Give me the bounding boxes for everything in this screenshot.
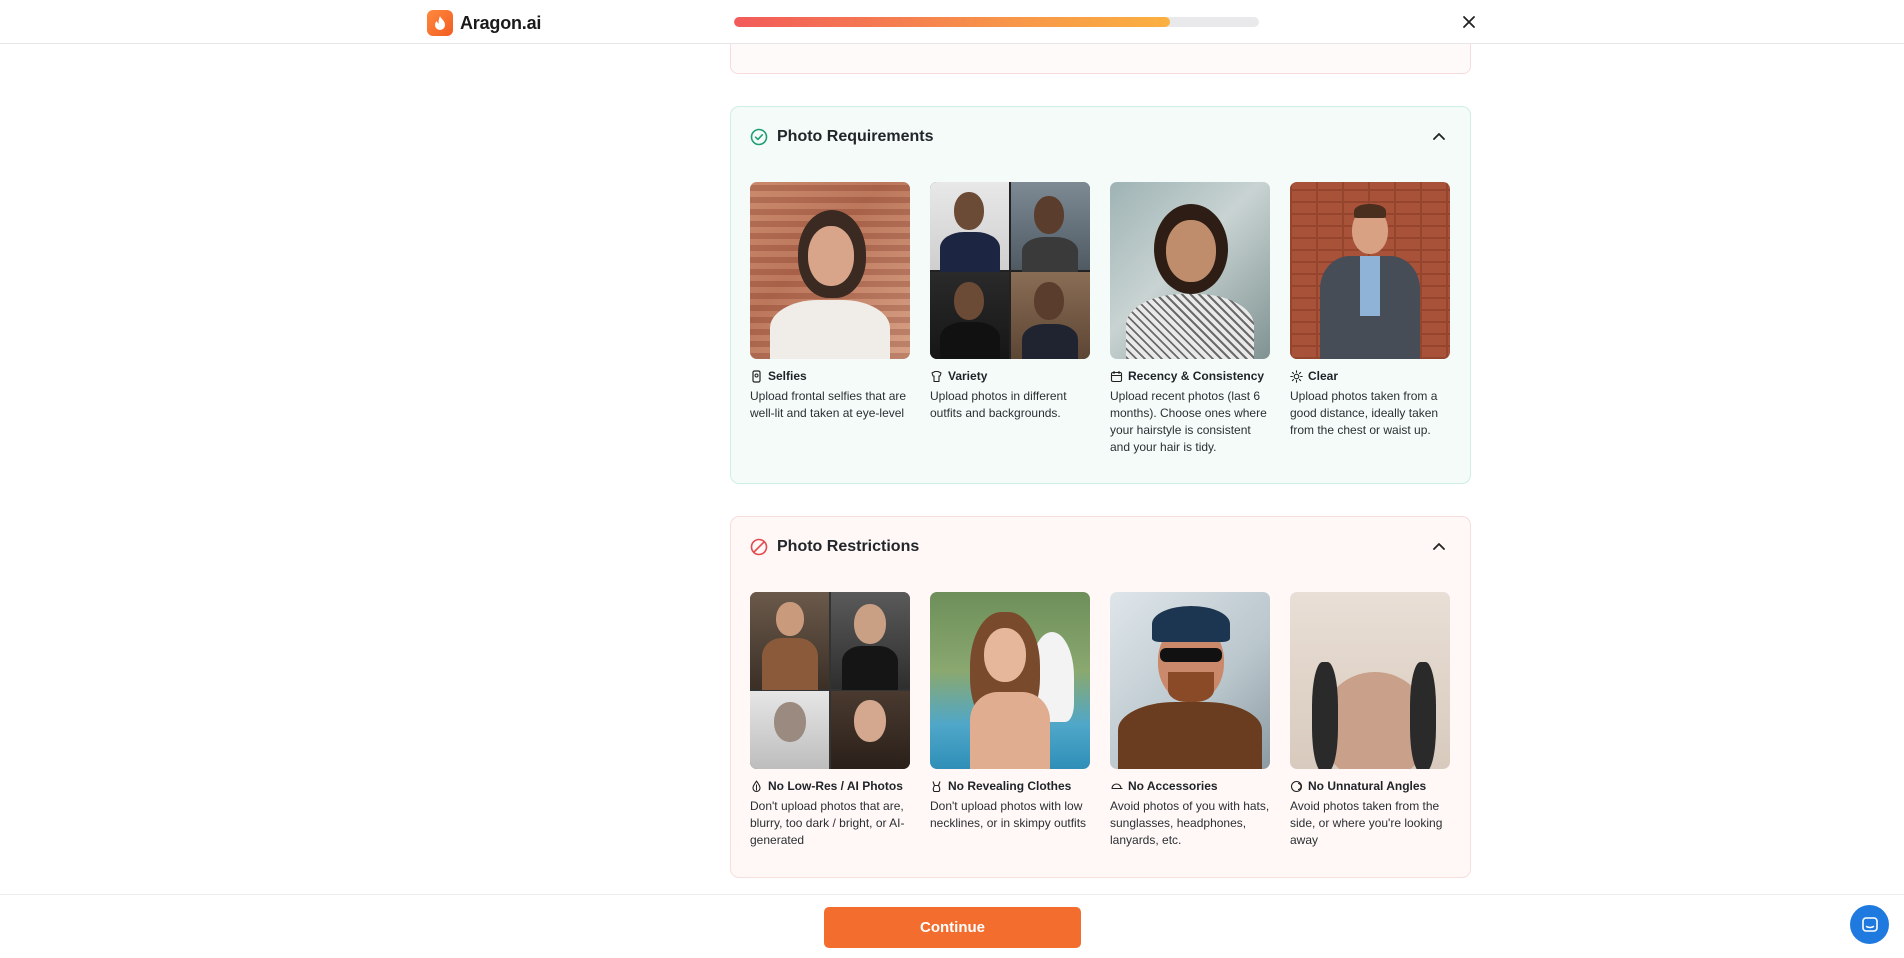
requirements-grid: Selfies Upload frontal selfies that are … bbox=[750, 182, 1451, 456]
requirement-label: Clear bbox=[1308, 369, 1339, 383]
unnatural-angle-example-photo bbox=[1290, 592, 1450, 769]
swimsuit-icon bbox=[932, 780, 941, 792]
previous-section-card bbox=[730, 44, 1471, 74]
progress-bar bbox=[734, 17, 1259, 27]
requirement-description: Upload photos taken from a good distance… bbox=[1290, 389, 1439, 437]
check-circle-icon bbox=[750, 128, 768, 146]
restrictions-grid: No Low-Res / AI Photos Don't upload phot… bbox=[750, 592, 1451, 849]
clear-example-photo bbox=[1290, 182, 1450, 359]
recency-example-photo bbox=[1110, 182, 1270, 359]
collapse-restrictions-button[interactable] bbox=[1430, 537, 1448, 555]
restriction-description: Don't upload photos that are, blurry, to… bbox=[750, 799, 905, 847]
photo-requirements-header[interactable]: Photo Requirements bbox=[750, 107, 1451, 165]
restriction-item-revealing: No Revealing Clothes Don't upload photos… bbox=[930, 592, 1090, 849]
revealing-clothes-example-photo bbox=[930, 592, 1090, 769]
photo-restrictions-title: Photo Restrictions bbox=[777, 538, 920, 555]
main-content[interactable]: Photo Requirements Selfies Upload fronta… bbox=[0, 44, 1904, 894]
continue-button[interactable]: Continue bbox=[824, 907, 1081, 948]
top-bar: Aragon.ai bbox=[0, 0, 1904, 44]
phone-selfie-icon bbox=[752, 369, 761, 383]
variety-example-photo bbox=[930, 182, 1090, 359]
chat-icon bbox=[1861, 916, 1878, 932]
chat-launcher-button[interactable] bbox=[1850, 905, 1889, 944]
photo-restrictions-card: Photo Restrictions No Low-Res / AI Photo… bbox=[730, 516, 1471, 878]
close-button[interactable] bbox=[1458, 11, 1480, 33]
flame-logo-icon bbox=[427, 10, 453, 36]
droplet-icon bbox=[752, 779, 761, 792]
photo-requirements-card: Photo Requirements Selfies Upload fronta… bbox=[730, 106, 1471, 484]
requirement-description: Upload frontal selfies that are well-lit… bbox=[750, 389, 907, 420]
restriction-label: No Unnatural Angles bbox=[1308, 779, 1427, 793]
requirement-item-selfies: Selfies Upload frontal selfies that are … bbox=[750, 182, 910, 456]
collapse-requirements-button[interactable] bbox=[1430, 127, 1448, 145]
requirement-description: Upload photos in different outfits and b… bbox=[930, 389, 1067, 420]
calendar-icon bbox=[1110, 370, 1123, 382]
low-res-example-photo bbox=[750, 592, 910, 769]
photo-requirements-title: Photo Requirements bbox=[777, 128, 934, 145]
requirement-label: Recency & Consistency bbox=[1128, 369, 1265, 383]
requirement-item-recency: Recency & Consistency Upload recent phot… bbox=[1110, 182, 1270, 456]
accessories-example-photo bbox=[1110, 592, 1270, 769]
restriction-item-low-res: No Low-Res / AI Photos Don't upload phot… bbox=[750, 592, 910, 849]
rotate-head-icon bbox=[1290, 780, 1303, 792]
restriction-description: Avoid photos of you with hats, sunglasse… bbox=[1110, 799, 1270, 847]
requirement-description: Upload recent photos (last 6 months). Ch… bbox=[1110, 389, 1267, 454]
logo-text: Aragon.ai bbox=[460, 12, 542, 33]
restriction-label: No Accessories bbox=[1128, 779, 1218, 793]
restriction-item-angles: No Unnatural Angles Avoid photos taken f… bbox=[1290, 592, 1450, 849]
requirement-item-variety: Variety Upload photos in different outfi… bbox=[930, 182, 1090, 456]
restriction-label: No Low-Res / AI Photos bbox=[768, 779, 903, 793]
restriction-description: Avoid photos taken from the side, or whe… bbox=[1290, 799, 1443, 847]
restriction-description: Don't upload photos with low necklines, … bbox=[930, 799, 1087, 830]
shirt-icon bbox=[931, 370, 942, 382]
chevron-up-icon bbox=[1433, 543, 1445, 550]
chevron-up-icon bbox=[1433, 133, 1445, 140]
sun-icon bbox=[1290, 369, 1303, 383]
requirement-label: Variety bbox=[948, 369, 988, 383]
restriction-label: No Revealing Clothes bbox=[948, 779, 1072, 793]
prohibited-icon bbox=[750, 538, 768, 556]
photo-restrictions-header[interactable]: Photo Restrictions bbox=[750, 517, 1451, 575]
requirement-label: Selfies bbox=[768, 369, 807, 383]
requirement-item-clear: Clear Upload photos taken from a good di… bbox=[1290, 182, 1450, 456]
progress-bar-fill bbox=[734, 17, 1170, 27]
logo[interactable]: Aragon.ai bbox=[427, 10, 541, 36]
restriction-item-accessories: No Accessories Avoid photos of you with … bbox=[1110, 592, 1270, 849]
cap-icon bbox=[1111, 782, 1123, 789]
bottom-bar: Continue bbox=[0, 894, 1904, 958]
selfie-example-photo bbox=[750, 182, 910, 359]
close-icon bbox=[1463, 16, 1475, 28]
